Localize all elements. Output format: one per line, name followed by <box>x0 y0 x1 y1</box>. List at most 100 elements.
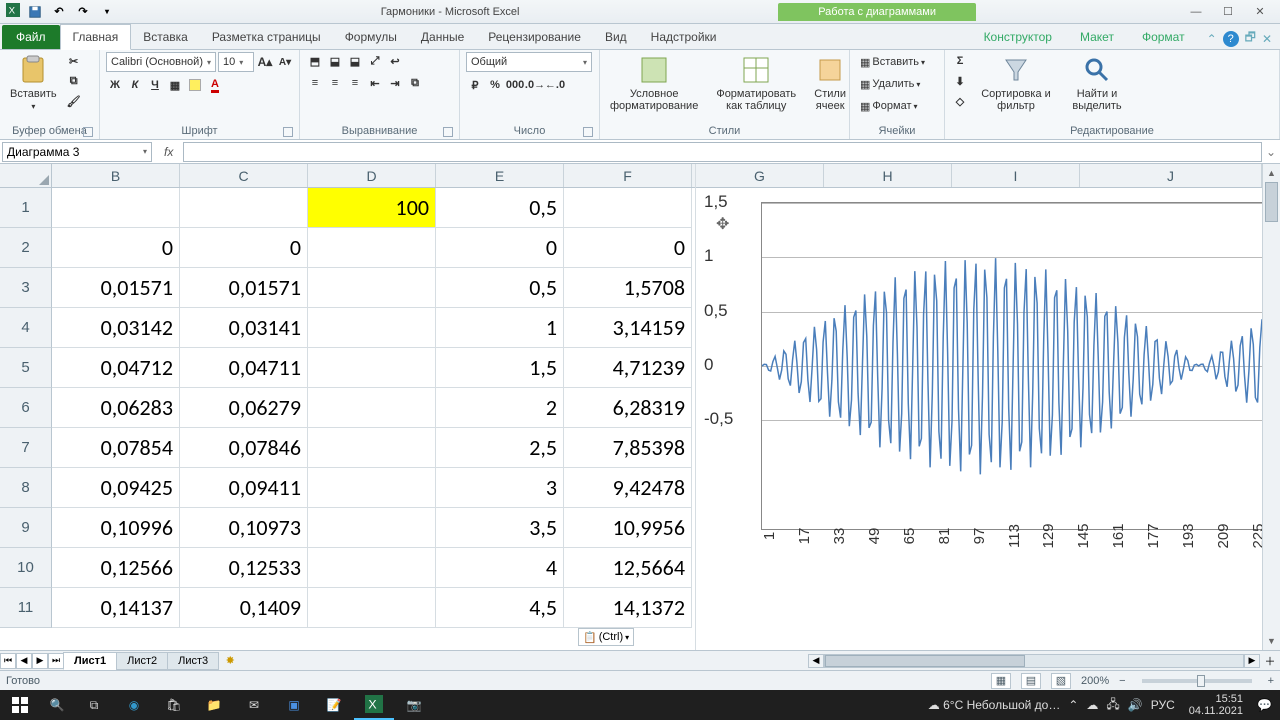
sheet-tab-2[interactable]: Лист2 <box>116 652 168 670</box>
zoom-level[interactable]: 200% <box>1081 675 1109 687</box>
cell[interactable] <box>308 508 436 548</box>
tray-language[interactable]: РУС <box>1151 698 1175 712</box>
cell-grid[interactable]: BCDEF 11000,52000030,015710,015710,51,57… <box>0 164 695 650</box>
undo-icon[interactable]: ↶ <box>50 3 68 21</box>
paste-options-button[interactable]: 📋 (Ctrl) ▾ <box>578 628 634 646</box>
font-color-icon[interactable]: A <box>206 76 224 94</box>
tab-view[interactable]: Вид <box>593 25 639 49</box>
row-header[interactable]: 8 <box>0 468 52 508</box>
cell[interactable]: 0,10973 <box>180 508 308 548</box>
row-header[interactable]: 7 <box>0 428 52 468</box>
row-header[interactable]: 3 <box>0 268 52 308</box>
cell-styles-button[interactable]: Стили ячеек <box>810 52 850 114</box>
cell[interactable]: 0,12533 <box>180 548 308 588</box>
restore-window-icon[interactable]: 🗗 <box>1245 28 1256 49</box>
cell[interactable]: 0,04711 <box>180 348 308 388</box>
zoom-out-icon[interactable]: − <box>1119 675 1125 687</box>
qat-customize-icon[interactable]: ▾ <box>98 3 116 21</box>
close-button[interactable]: ✕ <box>1246 3 1274 21</box>
delete-cells-button[interactable]: ▦Удалить▾ <box>856 74 924 94</box>
align-right-icon[interactable]: ≡ <box>346 74 364 92</box>
align-launcher[interactable] <box>443 127 453 137</box>
tab-review[interactable]: Рецензирование <box>476 25 593 49</box>
new-sheet-button[interactable]: ✸ <box>219 654 241 667</box>
tray-volume-icon[interactable]: 🔊 <box>1128 698 1143 712</box>
cell[interactable]: 4,71239 <box>564 348 692 388</box>
cell[interactable] <box>308 428 436 468</box>
format-as-table-button[interactable]: Форматировать как таблицу <box>712 52 800 114</box>
cell[interactable]: 0,5 <box>436 188 564 228</box>
decrease-indent-icon[interactable]: ⇤ <box>366 74 384 92</box>
cell[interactable] <box>308 308 436 348</box>
cut-icon[interactable]: ✂ <box>65 52 83 70</box>
tab-chart-format[interactable]: Формат <box>1128 25 1199 49</box>
cell[interactable]: 2,5 <box>436 428 564 468</box>
col-header-C[interactable]: C <box>180 164 308 187</box>
cell[interactable]: 4,5 <box>436 588 564 628</box>
tray-chevron-icon[interactable]: ⌃ <box>1068 698 1078 712</box>
maximize-button[interactable]: ☐ <box>1214 3 1242 21</box>
sheet-nav-first[interactable]: ⏮ <box>0 653 16 669</box>
save-icon[interactable] <box>26 3 44 21</box>
comma-format-icon[interactable]: 000 <box>506 76 524 94</box>
cell[interactable]: 0 <box>436 228 564 268</box>
decrease-decimal-icon[interactable]: ←.0 <box>546 76 564 94</box>
find-select-button[interactable]: Найти и выделить <box>1063 52 1131 114</box>
wrap-text-icon[interactable]: ↩ <box>386 52 404 70</box>
weather-widget[interactable]: ☁ 6°C Небольшой до… <box>928 698 1061 712</box>
align-left-icon[interactable]: ≡ <box>306 74 324 92</box>
row-header[interactable]: 6 <box>0 388 52 428</box>
edge-icon[interactable]: ◉ <box>114 690 154 720</box>
align-top-icon[interactable]: ⬒ <box>306 52 324 70</box>
fill-icon[interactable]: ⬇ <box>951 72 969 90</box>
cell[interactable] <box>564 188 692 228</box>
excel-taskbar-icon[interactable]: X <box>354 690 394 720</box>
align-center-icon[interactable]: ≡ <box>326 74 344 92</box>
cell[interactable]: 0,07854 <box>52 428 180 468</box>
horizontal-scrollbar[interactable]: ◀ ▶ <box>808 654 1260 668</box>
view-page-break-icon[interactable]: ▧ <box>1051 673 1071 689</box>
sheet-tab-1[interactable]: Лист1 <box>63 652 117 670</box>
shrink-font-icon[interactable]: A▾ <box>276 53 294 71</box>
conditional-formatting-button[interactable]: Условное форматирование <box>606 52 702 114</box>
minimize-button[interactable]: ― <box>1182 3 1210 21</box>
cell[interactable]: 0,01571 <box>180 268 308 308</box>
cell[interactable]: 0,09425 <box>52 468 180 508</box>
minimize-ribbon-icon[interactable]: ⌃ <box>1207 32 1217 46</box>
row-header[interactable]: 1 <box>0 188 52 228</box>
row-header[interactable]: 5 <box>0 348 52 388</box>
hscroll-thumb[interactable] <box>825 655 1025 667</box>
increase-decimal-icon[interactable]: .0→ <box>526 76 544 94</box>
cell[interactable]: 1,5 <box>436 348 564 388</box>
accounting-format-icon[interactable]: ₽ <box>466 76 484 94</box>
cell[interactable]: 0,14137 <box>52 588 180 628</box>
cell[interactable]: 3,5 <box>436 508 564 548</box>
tab-home[interactable]: Главная <box>60 24 132 50</box>
format-painter-icon[interactable]: 🖌 <box>65 92 83 110</box>
cell[interactable]: 1,5708 <box>564 268 692 308</box>
fill-color-icon[interactable] <box>186 76 204 94</box>
scroll-thumb[interactable] <box>1265 182 1278 222</box>
paste-button[interactable]: Вставить ▾ <box>6 52 61 113</box>
scroll-down-icon[interactable]: ▼ <box>1263 632 1280 650</box>
cell[interactable]: 0,07846 <box>180 428 308 468</box>
cell[interactable]: 0 <box>564 228 692 268</box>
tray-network-icon[interactable]: 🖧 <box>1106 695 1119 716</box>
number-format-combo[interactable]: Общий▾ <box>466 52 592 72</box>
store-icon[interactable]: 🛍 <box>154 690 194 720</box>
percent-format-icon[interactable]: % <box>486 76 504 94</box>
cell[interactable]: 100 <box>308 188 436 228</box>
cell[interactable]: 0,10996 <box>52 508 180 548</box>
font-family-combo[interactable]: Calibri (Основной)▾ <box>106 52 216 72</box>
underline-icon[interactable]: Ч <box>146 76 164 94</box>
tray-onedrive-icon[interactable]: ☁ <box>1086 698 1098 712</box>
sheet-add-plus[interactable]: ＋ <box>1260 653 1280 669</box>
sort-filter-button[interactable]: Сортировка и фильтр <box>977 52 1055 114</box>
cell[interactable]: 1 <box>436 308 564 348</box>
cell[interactable]: 0,5 <box>436 268 564 308</box>
start-button[interactable] <box>0 690 40 720</box>
cell[interactable]: 2 <box>436 388 564 428</box>
tab-page-layout[interactable]: Разметка страницы <box>200 25 333 49</box>
hscroll-right[interactable]: ▶ <box>1244 654 1260 668</box>
select-all-corner[interactable] <box>0 164 52 187</box>
